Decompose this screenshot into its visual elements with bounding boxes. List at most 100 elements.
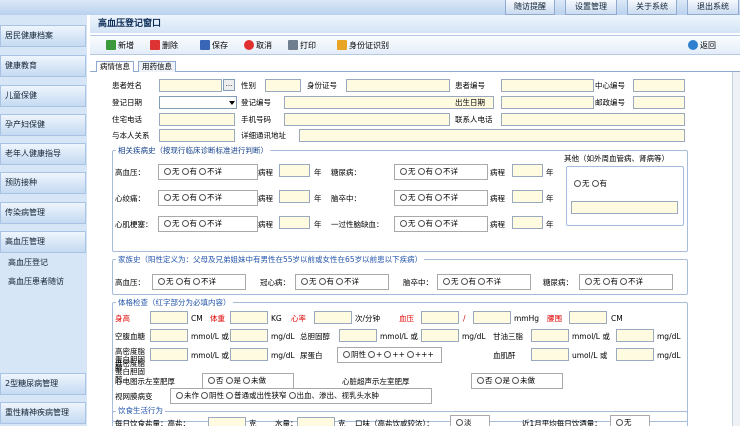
vertical-scrollbar[interactable]	[732, 72, 740, 426]
hx-stroke-options[interactable]: 无有不详	[394, 190, 488, 206]
ecg-lvh-options[interactable]: 否是未做	[202, 373, 294, 389]
weight-input[interactable]	[230, 311, 268, 324]
sidebar-item-diabetes[interactable]: 2型糖尿病管理	[0, 373, 86, 395]
water-label: 水量：	[275, 419, 298, 426]
salt-input[interactable]	[208, 417, 246, 426]
patient-browse-button[interactable]: ...	[223, 79, 235, 91]
contact-phone-input[interactable]	[501, 113, 685, 126]
tg-mgdl-input[interactable]	[616, 329, 654, 342]
hx-stroke-unit: 年	[546, 194, 554, 203]
waist-unit: CM	[611, 314, 623, 323]
add-icon	[106, 40, 116, 50]
print-button[interactable]: 打印	[288, 38, 316, 53]
fbg-mmol-input[interactable]	[150, 329, 188, 342]
nav-settings[interactable]: 设置管理	[565, 0, 617, 15]
sidebar-item-health-education[interactable]: 健康教育	[0, 55, 86, 77]
relation-input[interactable]	[159, 129, 235, 142]
hx-tia-course-input[interactable]	[512, 216, 543, 229]
tab-condition-info[interactable]: 病情信息	[96, 61, 134, 72]
tg-mmol-input[interactable]	[531, 329, 569, 342]
hx-mi-course-input[interactable]	[279, 216, 310, 229]
sidebar-item-vaccination[interactable]: 预防接种	[0, 172, 86, 194]
sidebar-item-child-care[interactable]: 儿童保健	[0, 85, 86, 107]
id-number-input[interactable]	[346, 79, 450, 92]
hx-mi-label: 心肌梗塞：	[115, 220, 153, 229]
hdl-mmol-input[interactable]	[150, 348, 188, 361]
mobile-input[interactable]	[284, 113, 450, 126]
sidebar-item-health-records[interactable]: 居民健康档案	[0, 25, 86, 47]
patient-name-input[interactable]	[159, 79, 222, 92]
hx-diabetes-course-label: 病程	[490, 168, 505, 177]
tab-strip: 病情信息 用药信息	[90, 60, 740, 72]
sidebar-item-maternal-care[interactable]: 孕产妇保健	[0, 114, 86, 136]
hdl-mgdl-input[interactable]	[230, 348, 268, 361]
sidebar-subitem-hypertension-register[interactable]: 高血压登记	[0, 256, 86, 269]
hx-angina-label: 心绞痛：	[115, 194, 145, 203]
nav-about[interactable]: 关于系统	[627, 0, 677, 15]
hx-mi-options[interactable]: 无有不详	[158, 216, 258, 232]
hx-hypertension-options[interactable]: 无有不详	[158, 164, 258, 180]
creat-mgdl-input[interactable]	[616, 348, 654, 361]
back-button[interactable]: 返回	[688, 38, 716, 53]
nav-exit[interactable]: 退出系统	[687, 0, 739, 15]
home-phone-label: 住宅电话	[112, 115, 142, 124]
water-input[interactable]	[297, 417, 335, 426]
hx-diabetes-course-input[interactable]	[512, 164, 543, 177]
hx-angina-options[interactable]: 无有不详	[158, 190, 258, 206]
sidebar-item-mental-illness[interactable]: 重性精神疾病管理	[0, 402, 86, 424]
tab-medication-info[interactable]: 用药信息	[138, 61, 176, 72]
sidebar-subitem-hypertension-followup[interactable]: 高血压患者随访	[0, 275, 86, 288]
gender-label: 性别	[241, 81, 256, 90]
hx-diabetes-options[interactable]: 无有不详	[394, 164, 488, 180]
nav-followup-reminder[interactable]: 随访提醒	[505, 0, 555, 15]
address-input[interactable]	[299, 129, 685, 142]
patient-no-input[interactable]	[501, 79, 594, 92]
sidebar-item-elderly-care[interactable]: 老年人健康指导	[0, 143, 86, 165]
reg-date-select[interactable]	[159, 96, 237, 109]
fam-hypertension-options[interactable]: 无有不详	[152, 274, 246, 290]
id-card-icon	[337, 40, 347, 50]
save-label: 保存	[212, 41, 228, 50]
sidebar-item-infectious-disease[interactable]: 传染病管理	[0, 202, 86, 224]
hx-other-options[interactable]: 无有	[572, 178, 607, 189]
hx-hypertension-course-label: 病程	[258, 168, 273, 177]
chol-mgdl-input[interactable]	[421, 329, 459, 342]
bp-diastolic-input[interactable]	[473, 311, 511, 324]
home-phone-input[interactable]	[159, 113, 235, 126]
chol-mmol-input[interactable]	[339, 329, 377, 342]
gender-input[interactable]	[265, 79, 301, 92]
chol-mmol-unit: mmol/L 或	[380, 332, 418, 341]
cancel-button[interactable]: 取消	[244, 38, 272, 53]
fam-stroke-options[interactable]: 无有不详	[437, 274, 531, 290]
protein-options[interactable]: 阴性 + ++ +++	[337, 347, 442, 363]
save-button[interactable]: 保存	[200, 38, 228, 53]
fam-diabetes-options[interactable]: 无有不详	[579, 274, 673, 290]
creat-label: 血肌酐	[493, 351, 516, 360]
weekly-alcohol-options[interactable]: 无	[610, 415, 650, 426]
retina-options[interactable]: 未作 阴性 普通或出性狭窄 出血、渗出、视乳头水肿	[170, 388, 432, 404]
delete-button[interactable]: 删除	[150, 38, 178, 53]
hx-angina-course-input[interactable]	[279, 190, 310, 203]
echo-lvh-options[interactable]: 否是未做	[471, 373, 563, 389]
taste-options[interactable]: 淡	[450, 415, 490, 426]
hx-stroke-course-input[interactable]	[512, 190, 543, 203]
hx-mi-course-label: 病程	[258, 220, 273, 229]
heart-rate-input[interactable]	[314, 311, 352, 324]
hx-tia-options[interactable]: 无有不详	[394, 216, 488, 232]
sidebar-item-hypertension[interactable]: 高血压管理	[0, 231, 86, 253]
id-card-button[interactable]: 身份证识别	[337, 38, 389, 53]
fam-diabetes-label: 糖尿病：	[543, 278, 573, 287]
hx-other-input[interactable]	[571, 201, 678, 214]
height-input[interactable]	[150, 311, 188, 324]
birth-date-input[interactable]	[501, 96, 594, 109]
fbg-mgdl-input[interactable]	[230, 329, 268, 342]
fam-chd-options[interactable]: 无有不详	[295, 274, 389, 290]
add-button[interactable]: 新增	[106, 38, 134, 53]
postcode-input[interactable]	[633, 96, 685, 109]
patient-no-label: 患者编号	[455, 81, 485, 90]
creat-umol-input[interactable]	[531, 348, 569, 361]
hx-hypertension-course-input[interactable]	[279, 164, 310, 177]
bp-systolic-input[interactable]	[421, 311, 459, 324]
waist-input[interactable]	[569, 311, 607, 324]
center-no-input[interactable]	[633, 79, 685, 92]
